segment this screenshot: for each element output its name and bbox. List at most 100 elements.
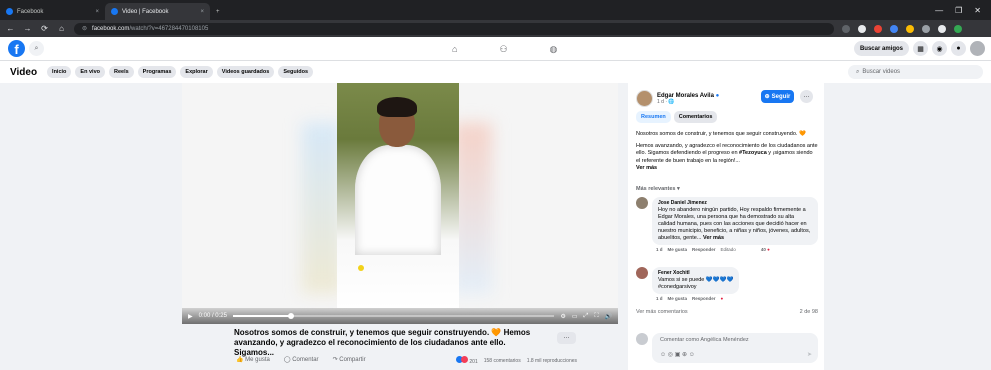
miniplayer-icon[interactable]: ▭ bbox=[572, 313, 578, 320]
avatar[interactable] bbox=[636, 267, 648, 279]
reload-icon[interactable]: ⟳ bbox=[40, 24, 49, 33]
extension-icon[interactable] bbox=[906, 24, 914, 33]
minimize-icon[interactable]: — bbox=[935, 6, 943, 15]
download-icon[interactable] bbox=[938, 24, 946, 33]
volume-icon[interactable]: 🔊 bbox=[605, 313, 612, 320]
fullscreen-icon[interactable]: ⛶ bbox=[594, 313, 598, 320]
reactions[interactable]: 201 bbox=[456, 356, 478, 365]
reply-button[interactable]: Responder bbox=[692, 296, 716, 301]
comment-bubble: Jose Daniel Jimenez Hoy no abandero ning… bbox=[652, 197, 818, 245]
hashtag-link[interactable]: #conedgarsivoy bbox=[658, 284, 733, 291]
video-controls: ▶ 0:00 / 0:25 ⚙ ▭ ⤢ ⛶ 🔊 bbox=[182, 308, 618, 324]
chip-programas[interactable]: Programas bbox=[137, 66, 177, 78]
reactions-count: 201 bbox=[469, 359, 478, 365]
facebook-logo[interactable]: f bbox=[8, 40, 25, 57]
tab-resumen[interactable]: Resumen bbox=[636, 111, 671, 123]
comment-text: Hoy no abandero ningún partido, Hoy resp… bbox=[658, 207, 811, 241]
sort-comments-dropdown[interactable]: Más relevantes ▾ bbox=[636, 186, 680, 192]
groups-icon[interactable]: ◍ bbox=[550, 44, 558, 55]
follow-button[interactable]: ⊕ Seguir bbox=[761, 90, 794, 103]
play-icon[interactable]: ▶ bbox=[188, 313, 193, 320]
see-more-link[interactable]: Ver más bbox=[703, 235, 724, 241]
commenter-name[interactable]: Fener Xochitl bbox=[658, 270, 733, 277]
messenger-icon[interactable]: ◉ bbox=[932, 41, 947, 56]
reply-button[interactable]: Responder bbox=[692, 247, 716, 252]
extension-icon[interactable] bbox=[874, 24, 882, 33]
close-tab-icon[interactable]: × bbox=[95, 9, 99, 15]
settings-icon[interactable]: ⚙ bbox=[560, 313, 565, 320]
address-bar[interactable]: ⊜ facebook.com/watch/?v=467284470108105 bbox=[74, 22, 834, 35]
comments-count[interactable]: 158 comentarios bbox=[484, 358, 521, 364]
chip-explorar[interactable]: Explorar bbox=[180, 66, 213, 78]
composer-icons[interactable]: ☺ ◎ ▣ ⊕ ☺ bbox=[660, 351, 695, 358]
author-block: Edgar Morales Avila ● 1 d · 🌐 bbox=[636, 90, 719, 107]
back-icon[interactable]: ← bbox=[6, 24, 15, 33]
menu-grid-icon[interactable]: ▦ bbox=[913, 41, 928, 56]
see-more-link[interactable]: Ver más bbox=[636, 165, 818, 173]
search-icon[interactable]: ⌕ bbox=[29, 41, 44, 56]
bookmark-star-icon[interactable] bbox=[858, 24, 866, 33]
forward-icon[interactable]: → bbox=[23, 24, 32, 33]
extension-icon[interactable] bbox=[890, 24, 898, 33]
maximize-icon[interactable]: ❐ bbox=[955, 6, 962, 15]
send-icon[interactable]: ➤ bbox=[807, 351, 812, 358]
close-window-icon[interactable]: ✕ bbox=[974, 6, 981, 15]
like-comment-button[interactable]: Me gusta bbox=[668, 247, 688, 252]
caption-more-button[interactable]: ··· bbox=[557, 332, 576, 344]
tab-label: Video | Facebook bbox=[122, 8, 169, 15]
search-placeholder: Buscar videos bbox=[862, 69, 901, 75]
chip-reels[interactable]: Reels bbox=[108, 66, 134, 78]
new-tab-button[interactable]: + bbox=[210, 3, 226, 20]
commenter-name[interactable]: Jose Daniel Jimenez bbox=[658, 200, 812, 207]
extension-icon[interactable] bbox=[842, 24, 850, 33]
post-description: Nosotros somos de construir, y tenemos q… bbox=[636, 131, 818, 173]
home-icon[interactable]: ⌂ bbox=[57, 24, 66, 33]
video-player[interactable]: ▶ 0:00 / 0:25 ⚙ ▭ ⤢ ⛶ 🔊 bbox=[182, 83, 618, 324]
expand-icon[interactable]: ⤢ bbox=[584, 313, 589, 320]
like-button[interactable]: 👍 Me gusta bbox=[236, 356, 270, 363]
more-options-button[interactable]: ··· bbox=[800, 90, 813, 103]
avatar[interactable] bbox=[636, 90, 653, 107]
follow-icon: ⊕ bbox=[764, 94, 770, 100]
views-count: 1.8 mil reproducciones bbox=[526, 357, 578, 364]
video-background bbox=[302, 123, 342, 293]
chip-inicio[interactable]: Inicio bbox=[47, 66, 72, 78]
chip-en-vivo[interactable]: En vivo bbox=[75, 66, 105, 78]
browser-tab-video[interactable]: Video | Facebook × bbox=[105, 3, 210, 20]
video-search-input[interactable]: ⌕ Buscar videos bbox=[848, 65, 983, 79]
time-readout: 0:00 / 0:25 bbox=[198, 313, 227, 319]
page-title: Video bbox=[10, 66, 38, 78]
chip-seguidos[interactable]: Seguidos bbox=[278, 66, 314, 78]
tab-comentarios[interactable]: Comentarios bbox=[673, 111, 718, 123]
comment: Fener Xochitl Vamos si se puede 💙💙💙💙 #co… bbox=[636, 267, 740, 301]
comment-button[interactable]: ◯ Comentar bbox=[284, 356, 319, 363]
video-nav: Video Inicio En vivo Reels Programas Exp… bbox=[0, 61, 991, 83]
comment-bubble: Fener Xochitl Vamos si se puede 💙💙💙💙 #co… bbox=[652, 267, 740, 294]
close-tab-icon[interactable]: × bbox=[200, 9, 204, 15]
more-comments-link[interactable]: Ver más comentarios bbox=[636, 309, 688, 315]
share-button[interactable]: ↷ Compartir bbox=[333, 356, 366, 363]
progress-bar[interactable] bbox=[232, 313, 555, 319]
browser-tab-strip: Facebook × Video | Facebook × + — ❐ ✕ bbox=[0, 0, 991, 20]
author-name[interactable]: Edgar Morales Avila ● bbox=[657, 93, 719, 99]
comment-meta: 1 d Me gusta Responder ● bbox=[656, 296, 724, 301]
home-icon[interactable]: ⌂ bbox=[452, 44, 457, 54]
progress-knob[interactable] bbox=[287, 313, 294, 319]
avatar[interactable] bbox=[970, 41, 985, 56]
chip-videos-guardados[interactable]: Videos guardados bbox=[216, 66, 275, 78]
comment-reactions: 40 ● bbox=[760, 247, 770, 252]
verified-badge-icon: ● bbox=[715, 92, 720, 99]
hashtag-link[interactable]: #Tezoyuca bbox=[739, 150, 767, 156]
facebook-favicon-icon bbox=[111, 8, 118, 15]
comment-input[interactable]: Comentar como Angélica Menéndez ☺ ◎ ▣ ⊕ … bbox=[652, 333, 818, 363]
friends-icon[interactable]: ⚇ bbox=[499, 44, 507, 55]
browser-tab-facebook[interactable]: Facebook × bbox=[0, 3, 105, 20]
tab-label: Facebook bbox=[17, 8, 44, 15]
extensions-puzzle-icon[interactable] bbox=[922, 24, 930, 33]
find-friends-button[interactable]: Buscar amigos bbox=[853, 41, 909, 56]
avatar[interactable] bbox=[636, 197, 648, 209]
video-frame bbox=[337, 83, 459, 308]
notifications-bell-icon[interactable]: ● bbox=[951, 41, 966, 56]
profile-icon[interactable] bbox=[954, 24, 962, 33]
like-comment-button[interactable]: Me gusta bbox=[668, 296, 688, 301]
